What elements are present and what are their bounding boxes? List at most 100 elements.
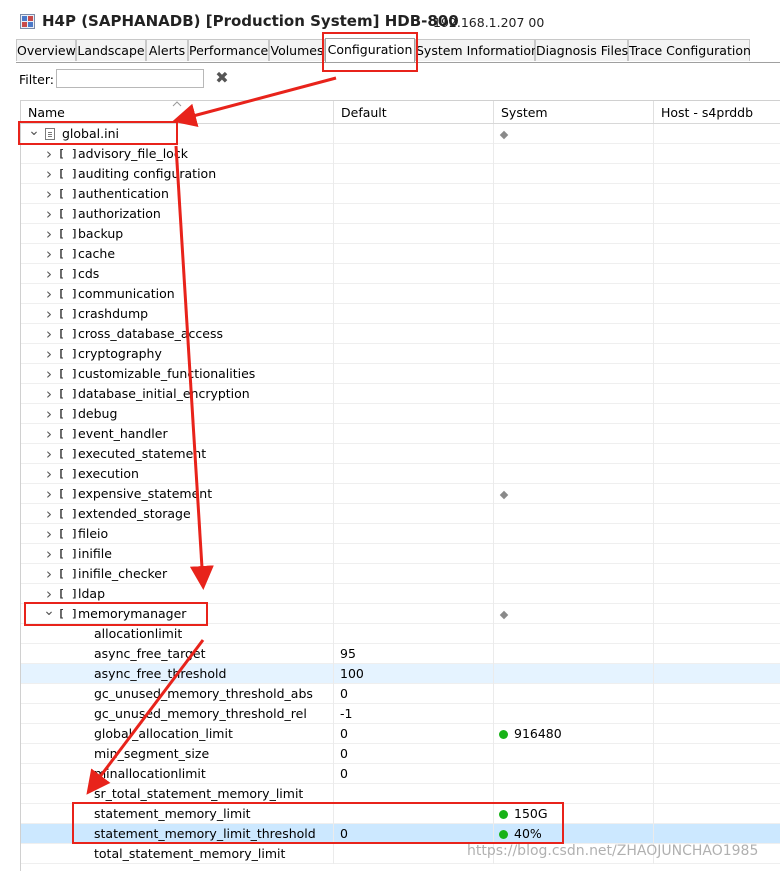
system-cell — [494, 644, 654, 664]
host-cell — [654, 504, 780, 524]
chevron-right-icon[interactable]: › — [43, 364, 55, 384]
tab-alerts[interactable]: Alerts — [146, 39, 188, 61]
chevron-right-icon[interactable]: › — [43, 324, 55, 344]
tree-row-section[interactable]: ›[ ] execution — [21, 464, 780, 484]
inherited-value-marker-icon — [499, 610, 509, 619]
tree-row-section[interactable]: ›[ ] extended_storage — [21, 504, 780, 524]
parameter-row[interactable]: statement_memory_limit_threshold 0 40% — [21, 824, 780, 844]
chevron-right-icon[interactable]: › — [43, 564, 55, 584]
tree-row-section[interactable]: ›[ ] crashdump — [21, 304, 780, 324]
chevron-right-icon[interactable]: › — [43, 404, 55, 424]
tree-row-section[interactable]: ›[ ] backup — [21, 224, 780, 244]
tree-row-section[interactable]: ›[ ] fileio — [21, 524, 780, 544]
tree-row-section[interactable]: ›[ ] auditing configuration — [21, 164, 780, 184]
tree-row-section[interactable]: ›[ ] customizable_functionalities — [21, 364, 780, 384]
tree-row-section[interactable]: ›[ ] ldap — [21, 584, 780, 604]
host-cell — [654, 164, 780, 184]
clear-filter-icon[interactable]: ✖ — [213, 69, 231, 87]
tree-row-section[interactable]: ›[ ] cryptography — [21, 344, 780, 364]
tab-volumes[interactable]: Volumes — [269, 39, 325, 61]
tree-row-section[interactable]: ›[ ] cache — [21, 244, 780, 264]
chevron-right-icon[interactable]: › — [43, 524, 55, 544]
tree-row-section[interactable]: ›[ ] debug — [21, 404, 780, 424]
parameter-row[interactable]: async_free_target 95 — [21, 644, 780, 664]
host-cell — [654, 664, 780, 684]
chevron-right-icon[interactable]: › — [43, 304, 55, 324]
chevron-right-icon[interactable]: › — [43, 584, 55, 604]
tree-row-section[interactable]: ›[ ] authentication — [21, 184, 780, 204]
host-cell — [654, 524, 780, 544]
parameter-row[interactable]: async_free_threshold 100 — [21, 664, 780, 684]
column-header-system[interactable]: System — [494, 101, 654, 123]
chevron-right-icon[interactable]: › — [43, 164, 55, 184]
tree-row-section[interactable]: ›[ ] inifile_checker — [21, 564, 780, 584]
tab-trace-configuration[interactable]: Trace Configuration — [628, 39, 751, 61]
system-cell — [494, 404, 654, 424]
chevron-right-icon[interactable]: › — [43, 504, 55, 524]
tree-row-section[interactable]: ›[ ] database_initial_encryption — [21, 384, 780, 404]
name-cell: ›[ ] cryptography — [21, 344, 334, 364]
chevron-right-icon[interactable]: › — [43, 544, 55, 564]
tree-row-global-ini[interactable]: ⌄ global.ini — [21, 124, 780, 144]
parameter-row[interactable]: minallocationlimit 0 — [21, 764, 780, 784]
chevron-right-icon[interactable]: › — [43, 244, 55, 264]
name-cell: ›[ ] backup — [21, 224, 334, 244]
default-value: 0 — [340, 766, 348, 781]
tree-row-section[interactable]: ›[ ] advisory_file_lock — [21, 144, 780, 164]
parameter-row[interactable]: allocationlimit — [21, 624, 780, 644]
system-cell — [494, 764, 654, 784]
tree-label: expensive_statement — [78, 486, 213, 501]
chevron-right-icon[interactable]: › — [43, 204, 55, 224]
tree-row-section[interactable]: ›[ ] event_handler — [21, 424, 780, 444]
chevron-right-icon[interactable]: › — [43, 144, 55, 164]
chevron-right-icon[interactable]: › — [43, 424, 55, 444]
chevron-right-icon[interactable]: › — [43, 344, 55, 364]
tab-system-information[interactable]: System Information — [415, 39, 539, 61]
tree-row-section[interactable]: ›[ ] authorization — [21, 204, 780, 224]
parameter-row[interactable]: gc_unused_memory_threshold_abs 0 — [21, 684, 780, 704]
filter-input[interactable] — [56, 69, 204, 88]
tree-row-section[interactable]: ›[ ] cross_database_access — [21, 324, 780, 344]
chevron-down-icon[interactable]: ⌄ — [28, 124, 40, 144]
parameter-row[interactable]: global_allocation_limit 0 916480 — [21, 724, 780, 744]
tree-row-section[interactable]: ›[ ] executed_statement — [21, 444, 780, 464]
tab-landscape[interactable]: Landscape — [76, 39, 146, 61]
column-header-host[interactable]: Host - s4prddb — [654, 101, 780, 123]
parameter-row[interactable]: gc_unused_memory_threshold_rel -1 — [21, 704, 780, 724]
tab-configuration[interactable]: Configuration — [325, 38, 415, 62]
chevron-right-icon[interactable]: › — [43, 284, 55, 304]
system-cell — [494, 384, 654, 404]
hana-system-icon — [20, 14, 35, 29]
tree-row-section[interactable]: ›[ ] cds — [21, 264, 780, 284]
chevron-right-icon[interactable]: › — [43, 464, 55, 484]
default-value: 0 — [340, 726, 348, 741]
parameter-row[interactable]: statement_memory_limit 150G — [21, 804, 780, 824]
chevron-down-icon[interactable]: ⌄ — [43, 604, 55, 624]
tab-diagnosis-files[interactable]: Diagnosis Files — [535, 39, 628, 61]
section-icon: [ ] — [58, 307, 78, 320]
tree-row-section[interactable]: ›[ ] expensive_statement — [21, 484, 780, 504]
chevron-right-icon[interactable]: › — [43, 264, 55, 284]
column-header-default[interactable]: Default — [334, 101, 494, 123]
parameter-row[interactable]: total_statement_memory_limit — [21, 844, 780, 864]
system-cell — [494, 124, 654, 144]
section-icon: [ ] — [58, 587, 78, 600]
parameter-row[interactable]: min_segment_size 0 — [21, 744, 780, 764]
chevron-right-icon[interactable]: › — [43, 444, 55, 464]
tab-performance[interactable]: Performance — [188, 39, 269, 61]
chevron-right-icon[interactable]: › — [43, 484, 55, 504]
chevron-right-icon[interactable]: › — [43, 184, 55, 204]
default-cell: -1 — [334, 704, 494, 724]
parameter-row[interactable]: sr_total_statement_memory_limit — [21, 784, 780, 804]
tree-label: advisory_file_lock — [78, 146, 188, 161]
inherited-value-marker-icon — [499, 130, 509, 139]
chevron-right-icon[interactable]: › — [43, 224, 55, 244]
tab-overview[interactable]: Overview — [16, 39, 76, 61]
section-icon: [ ] — [58, 287, 78, 300]
chevron-right-icon[interactable]: › — [43, 384, 55, 404]
tree-row-memorymanager[interactable]: ⌄[ ] memorymanager — [21, 604, 780, 624]
tree-row-section[interactable]: ›[ ] inifile — [21, 544, 780, 564]
tree-row-section[interactable]: ›[ ] communication — [21, 284, 780, 304]
default-cell — [334, 144, 494, 164]
name-cell: ›[ ] cross_database_access — [21, 324, 334, 344]
